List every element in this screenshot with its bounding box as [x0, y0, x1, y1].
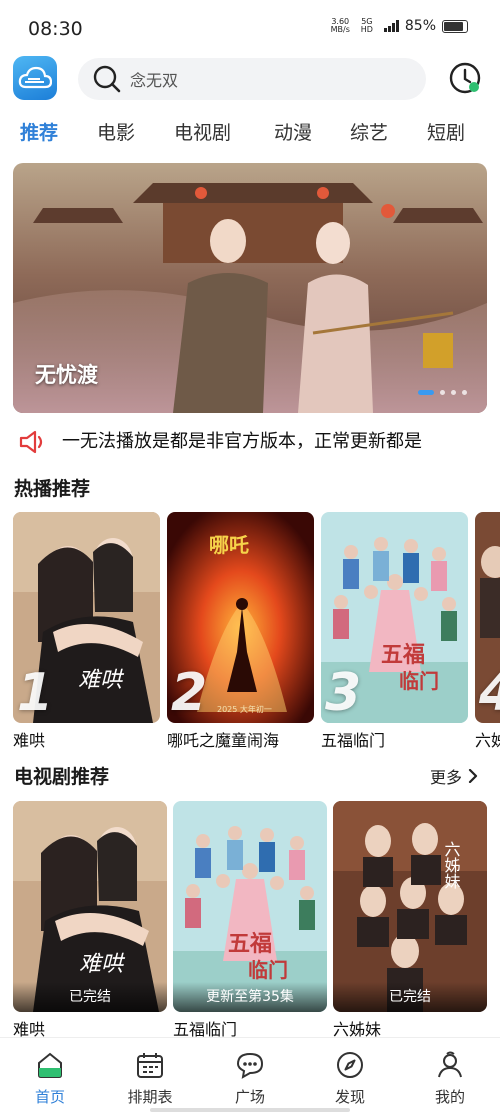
carousel-dot[interactable]	[440, 390, 445, 395]
banner-title: 无忧渡	[35, 363, 98, 387]
nav-schedule[interactable]: 排期表	[100, 1038, 200, 1115]
hot-list: 难哄 1 难哄 哪吒 2025 大年初一 2 哪吒之魔童闹海 五福 临门 3 五…	[13, 512, 500, 752]
nav-label: 排期表	[127, 1088, 173, 1106]
svg-text:难哄: 难哄	[78, 668, 125, 693]
battery-icon	[442, 19, 468, 33]
search-icon	[93, 65, 121, 93]
tab-movies[interactable]: 电影	[97, 118, 135, 152]
svg-text:2025 大年初一: 2025 大年初一	[217, 704, 272, 714]
bottom-navigation: 首页 排期表 广场 发现 我的	[0, 1037, 500, 1115]
card-title: 五福临门	[321, 731, 386, 750]
network-speed: 3.60 MB/s	[330, 17, 350, 34]
hot-section-title: 热播推荐	[14, 478, 91, 500]
tab-anime[interactable]: 动漫	[274, 118, 312, 152]
svg-text:临门: 临门	[248, 958, 288, 982]
tv-list: 难哄 已完结 难哄 五福 临门 更新至第35集 五福临门 六姊妹 已完结 六姊妹	[13, 801, 500, 1041]
card-title: 哪吒之魔童闹海	[167, 731, 280, 750]
rank-number: 2	[171, 663, 208, 723]
tv-card[interactable]: 难哄 已完结 难哄	[13, 801, 167, 1040]
profile-icon	[438, 1051, 462, 1078]
tab-tv-series[interactable]: 电视剧	[174, 118, 231, 152]
speaker-icon	[19, 430, 43, 454]
carousel-dot[interactable]	[462, 390, 467, 395]
nav-home[interactable]: 首页	[0, 1038, 100, 1115]
status-time: 08:30	[28, 18, 83, 40]
svg-text:五福: 五福	[228, 931, 272, 957]
history-icon	[449, 62, 481, 94]
chevron-right-icon	[468, 769, 478, 783]
notice-text: 一无法播放是都是非官方版本，正常更新都是	[62, 431, 422, 452]
tab-variety[interactable]: 综艺	[350, 118, 388, 152]
poster-image: 六姊妹 已完结	[333, 801, 487, 1012]
carousel-dot[interactable]	[451, 390, 456, 395]
app-header: 念无双	[0, 56, 500, 102]
poster-image: 哪吒 2025 大年初一 2	[167, 512, 314, 723]
card-title: 难哄	[13, 731, 46, 750]
tab-short-drama[interactable]: 短剧	[427, 118, 465, 152]
svg-text:五福: 五福	[381, 642, 425, 668]
status-bar: 08:30 3.60 MB/s 5G HD 85%	[0, 0, 500, 58]
home-icon	[38, 1052, 62, 1078]
svg-text:哪吒: 哪吒	[209, 533, 249, 557]
nav-label: 广场	[234, 1088, 265, 1106]
category-tabs: 推荐 电影 电视剧 动漫 综艺 短剧	[0, 118, 500, 152]
status-indicators: 3.60 MB/s 5G HD 85%	[331, 18, 468, 34]
network-type: 5G HD	[360, 17, 373, 34]
more-label: 更多	[429, 768, 462, 787]
card-title: 六姊妹	[475, 731, 500, 750]
svg-text:六姊妹: 六姊妹	[442, 841, 461, 889]
poster-image: 难哄 已完结	[13, 801, 167, 1012]
episode-status: 更新至第35集	[173, 982, 327, 1012]
nav-plaza[interactable]: 广场	[200, 1038, 300, 1115]
poster-image: 五福 临门 3	[321, 512, 468, 723]
more-link[interactable]: 更多	[430, 764, 478, 788]
svg-text:临门: 临门	[399, 669, 439, 693]
home-indicator	[150, 1108, 350, 1112]
episode-status: 已完结	[333, 982, 487, 1012]
app-logo[interactable]	[13, 56, 57, 100]
hot-card[interactable]: 难哄 1 难哄	[13, 512, 160, 751]
tab-recommend[interactable]: 推荐	[20, 118, 58, 152]
rank-number: 1	[17, 663, 54, 723]
tv-card[interactable]: 六姊妹 已完结 六姊妹	[333, 801, 487, 1040]
hot-card[interactable]: 哪吒 2025 大年初一 2 哪吒之魔童闹海	[167, 512, 314, 751]
search-placeholder: 念无双	[130, 71, 179, 90]
nav-discover[interactable]: 发现	[300, 1038, 400, 1115]
poster-image: 五福 临门 更新至第35集	[173, 801, 327, 1012]
episode-status: 已完结	[13, 982, 167, 1012]
carousel-dot-active[interactable]	[418, 390, 434, 395]
nav-label: 首页	[34, 1088, 65, 1106]
cloud-icon	[18, 66, 52, 89]
history-button[interactable]	[448, 61, 482, 95]
nav-profile[interactable]: 我的	[400, 1038, 500, 1115]
search-bar[interactable]: 念无双	[78, 58, 426, 100]
svg-text:难哄: 难哄	[79, 952, 126, 977]
notice-bar[interactable]: 一无法播放是都是非官方版本，正常更新都是	[0, 424, 500, 460]
tv-section-title: 电视剧推荐	[14, 766, 110, 788]
tv-card[interactable]: 五福 临门 更新至第35集 五福临门	[173, 801, 327, 1040]
chat-icon	[236, 1052, 264, 1079]
poster-image: 难哄 1	[13, 512, 160, 723]
nav-label: 我的	[434, 1088, 465, 1106]
poster-image: 4	[475, 512, 500, 723]
hot-card[interactable]: 4 六姊妹	[475, 512, 500, 751]
hot-card[interactable]: 五福 临门 3 五福临门	[321, 512, 468, 751]
featured-banner[interactable]: 无忧渡	[13, 163, 487, 413]
signal-icon	[383, 20, 399, 32]
carousel-indicator[interactable]	[418, 390, 467, 395]
battery-percent: 85%	[404, 18, 436, 34]
rank-number: 3	[325, 663, 362, 723]
rank-number: 4	[479, 667, 500, 719]
nav-label: 发现	[334, 1088, 365, 1106]
schedule-icon	[137, 1053, 163, 1078]
compass-icon	[337, 1052, 363, 1078]
